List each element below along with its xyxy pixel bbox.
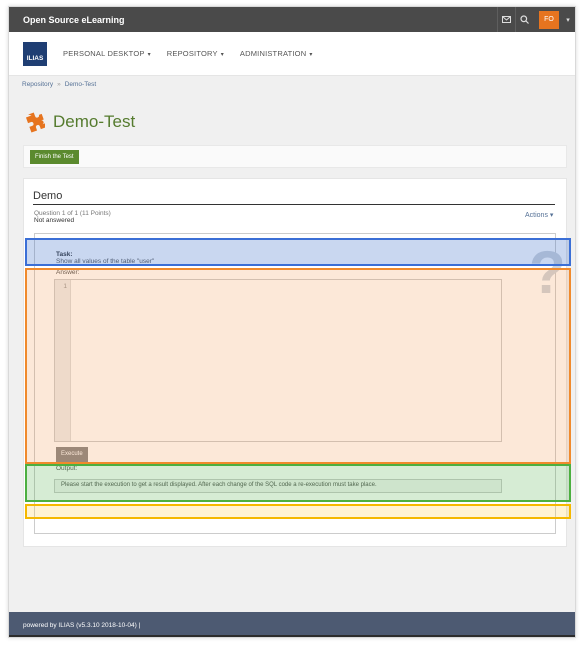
top-bar: Open Source eLearning FO ▾ xyxy=(9,7,575,32)
finish-test-button[interactable]: Finish the Test xyxy=(30,150,79,164)
search-icon[interactable] xyxy=(515,7,533,32)
page-header: Demo-Test xyxy=(23,111,135,133)
brand-title[interactable]: Open Source eLearning xyxy=(9,15,497,25)
test-toolbar: Finish the Test xyxy=(23,145,567,168)
page-title: Demo-Test xyxy=(53,112,136,131)
question-mark-icon: ? xyxy=(529,239,566,306)
answer-label: Answer: xyxy=(56,269,80,276)
task-text: Show all values of the table "user" xyxy=(56,258,155,265)
breadcrumb: Repository » Demo-Test xyxy=(22,81,96,88)
sql-code-editor[interactable]: 1 xyxy=(54,279,502,442)
chevron-down-icon: ▾ xyxy=(549,212,554,219)
question-heading: Demo xyxy=(33,190,555,205)
nav-item-administration[interactable]: ADMINISTRATION ▾ xyxy=(240,49,313,58)
line-number-gutter: 1 xyxy=(55,280,71,441)
user-avatar[interactable]: FO xyxy=(539,10,559,29)
puzzle-icon xyxy=(23,111,47,133)
task-title: Task: xyxy=(56,251,73,258)
line-number: 1 xyxy=(63,283,67,290)
browser-frame: Open Source eLearning FO ▾ ILIAS PERSONA… xyxy=(8,6,576,638)
chevron-down-icon: ▾ xyxy=(309,52,313,58)
nav-item-repository[interactable]: REPOSITORY ▾ xyxy=(167,49,224,58)
output-box: Please start the execution to get a resu… xyxy=(54,479,502,493)
footer-text[interactable]: powered by ILIAS (v5.3.10 2018-10-04) | xyxy=(23,622,140,629)
breadcrumb-separator: » xyxy=(57,81,61,88)
footer-bottom-bar xyxy=(9,635,575,637)
main-navigation: ILIAS PERSONAL DESKTOP ▾ REPOSITORY ▾ ADMI… xyxy=(9,32,575,76)
actions-dropdown[interactable]: Actions ▾ xyxy=(525,211,553,219)
output-label: Output: xyxy=(56,465,78,472)
chevron-down-icon: ▾ xyxy=(147,52,151,58)
question-status: Not answered xyxy=(34,217,75,224)
execute-button[interactable]: Execute xyxy=(56,447,88,462)
user-menu-caret-icon[interactable]: ▾ xyxy=(559,16,575,24)
breadcrumb-item-repository[interactable]: Repository xyxy=(22,81,53,88)
mail-icon[interactable] xyxy=(497,7,515,32)
chevron-down-icon: ▾ xyxy=(220,52,224,58)
nav-item-personal-desktop[interactable]: PERSONAL DESKTOP ▾ xyxy=(63,49,151,58)
ilias-logo[interactable]: ILIAS xyxy=(23,41,47,66)
question-meta: Question 1 of 1 (11 Points) xyxy=(34,210,111,217)
breadcrumb-item-demo-test[interactable]: Demo-Test xyxy=(65,81,96,88)
